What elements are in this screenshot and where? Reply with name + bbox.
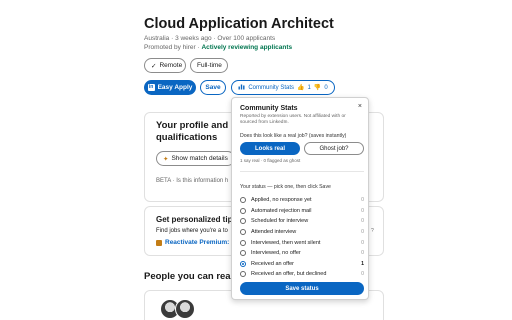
status-label: Scheduled for interview (251, 218, 309, 225)
job-meta: Australia · 3 weeks ago · Over 100 appli… (144, 35, 276, 42)
people-heading: People you can reach (144, 271, 242, 282)
vote-counts: 1 say real · 0 flagged as ghost (240, 158, 301, 163)
radio-button[interactable] (240, 197, 246, 204)
status-label: Attended interview (251, 229, 297, 236)
thumbs-up-icon: 👍 (297, 85, 305, 91)
full-time-tag-label: Full-time (197, 62, 222, 69)
status-option-applied[interactable]: Applied, no response yet 0 (240, 195, 364, 206)
community-stats-popup: Community Stats × Reported by extension … (231, 97, 369, 300)
beta-feedback-text: BETA · Is this information h (156, 178, 229, 184)
radio-button[interactable] (240, 207, 246, 214)
remote-tag: ✓ Remote (144, 58, 186, 73)
status-label: Received an offer, but declined (251, 271, 327, 278)
status-label: Received an offer (251, 260, 295, 267)
easy-apply-button[interactable]: in Easy Apply (144, 80, 196, 95)
actively-reviewing-label: Actively reviewing applicants (201, 44, 293, 51)
status-option-received-offer[interactable]: Received an offer 1 (240, 259, 364, 270)
looks-real-button[interactable]: Looks real (240, 142, 300, 155)
premium-icon (156, 239, 162, 246)
status-count: 0 (361, 197, 364, 204)
radio-button[interactable] (240, 229, 246, 236)
status-option-no-offer[interactable]: Interviewed, no offer 0 (240, 248, 364, 259)
status-option-attended-interview[interactable]: Attended interview 0 (240, 227, 364, 238)
status-list: Applied, no response yet 0 Automated rej… (240, 195, 364, 280)
close-icon[interactable]: × (358, 103, 362, 110)
tips-text: Find jobs where you're a to (156, 228, 228, 234)
status-option-scheduled-interview[interactable]: Scheduled for interview 0 (240, 216, 364, 227)
real-job-question: Does this look like a real job? (saves i… (240, 133, 347, 139)
save-status-button[interactable]: Save status (240, 282, 364, 295)
status-count: 0 (361, 250, 364, 257)
bar-chart-icon (238, 83, 245, 92)
status-option-went-silent[interactable]: Interviewed, then went silent 0 (240, 237, 364, 248)
ghost-job-button[interactable]: Ghost job? (304, 142, 364, 155)
popup-title: Community Stats (240, 105, 298, 112)
show-match-details-button[interactable]: ✦ Show match details (156, 151, 235, 166)
radio-button-checked[interactable] (240, 260, 246, 267)
radio-button[interactable] (240, 239, 246, 246)
thumbs-down-count: 0 (324, 84, 328, 91)
promoted-prefix: Promoted by hirer · (144, 44, 202, 51)
status-label: Applied, no response yet (251, 197, 312, 204)
status-option-offer-declined[interactable]: Received an offer, but declined 0 (240, 269, 364, 280)
status-count: 0 (361, 218, 364, 225)
status-option-automated-rejection[interactable]: Automated rejection mail 0 (240, 206, 364, 217)
radio-button[interactable] (240, 250, 246, 257)
community-stats-label: Community Stats (248, 84, 295, 91)
divider (240, 171, 364, 172)
reactivate-premium-label: Reactivate Premium: 5 (165, 239, 235, 246)
status-label: Automated rejection mail (251, 207, 312, 214)
remote-tag-label: Remote (159, 62, 183, 69)
full-time-tag: Full-time (190, 58, 228, 73)
check-icon: ✓ (151, 62, 157, 70)
status-count: 0 (361, 229, 364, 236)
sparkle-icon: ✦ (163, 155, 169, 163)
thumbs-up-count: 1 (307, 84, 311, 91)
community-stats-button[interactable]: Community Stats 👍 1 👎 0 (231, 80, 335, 95)
status-count: 1 (361, 260, 364, 267)
easy-apply-label: Easy Apply (157, 84, 193, 91)
side-marker: ? (371, 228, 374, 234)
promoted-line: Promoted by hirer · Actively reviewing a… (144, 44, 292, 51)
status-label: Interviewed, then went silent (251, 239, 321, 246)
status-count: 0 (361, 239, 364, 246)
reactivate-premium-link[interactable]: Reactivate Premium: 5 (156, 239, 235, 246)
linkedin-icon: in (147, 84, 155, 91)
radio-button[interactable] (240, 218, 246, 225)
job-title: Cloud Application Architect (144, 16, 334, 32)
status-label: Interviewed, no offer (251, 250, 301, 257)
radio-button[interactable] (240, 271, 246, 278)
status-count: 0 (361, 271, 364, 278)
show-match-details-label: Show match details (171, 155, 228, 162)
thumbs-down-icon: 👎 (313, 85, 322, 91)
popup-subtitle: Reported by extension users. Not affilia… (240, 114, 346, 125)
status-count: 0 (361, 207, 364, 214)
save-job-button[interactable]: Save (200, 80, 226, 95)
status-prompt: Your status — pick one, then click Save (240, 184, 331, 190)
job-details-page: Cloud Application Architect Australia · … (0, 0, 512, 320)
avatar[interactable] (175, 299, 195, 319)
